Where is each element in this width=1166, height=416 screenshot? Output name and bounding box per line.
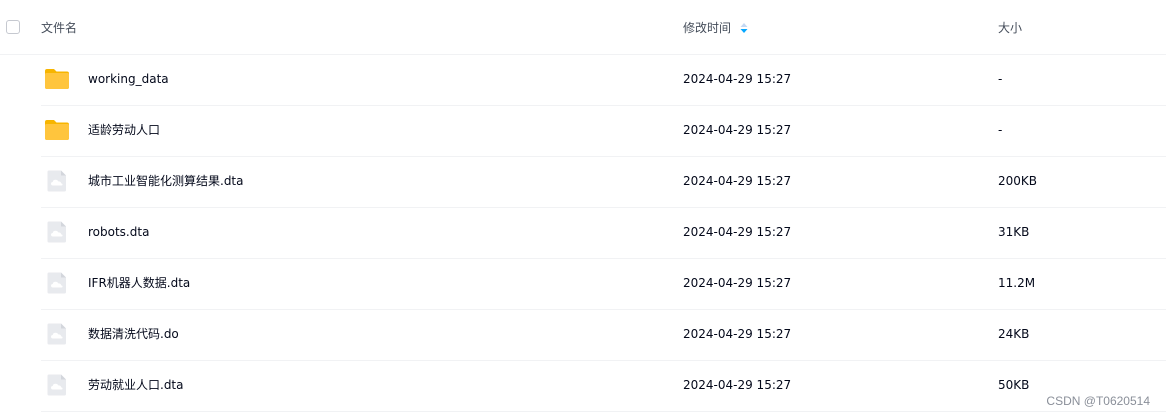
folder-icon <box>44 68 70 90</box>
file-name[interactable]: 劳动就业人口.dta <box>88 377 184 393</box>
file-modified-time: 2024-04-29 15:27 <box>683 276 792 290</box>
file-list-header: 文件名 修改时间 大小 <box>0 0 1166 55</box>
cloud-file-icon <box>44 221 70 243</box>
sort-icon[interactable] <box>740 22 748 34</box>
cloud-file-icon <box>44 323 70 345</box>
file-modified-time: 2024-04-29 15:27 <box>683 327 792 341</box>
file-size: 31KB <box>998 225 1030 239</box>
folder-icon <box>44 119 70 141</box>
file-row[interactable]: 劳动就业人口.dta 2024-04-29 15:27 50KB <box>41 360 1166 412</box>
file-name[interactable]: 适龄劳动人口 <box>88 122 160 138</box>
file-name[interactable]: 城市工业智能化测算结果.dta <box>88 173 244 189</box>
file-modified-time: 2024-04-29 15:27 <box>683 225 792 239</box>
select-all-checkbox[interactable] <box>6 20 20 34</box>
file-size: 24KB <box>998 327 1030 341</box>
file-modified-time: 2024-04-29 15:27 <box>683 72 792 86</box>
column-header-modified-time[interactable]: 修改时间 <box>683 20 731 36</box>
file-row[interactable]: IFR机器人数据.dta 2024-04-29 15:27 11.2M <box>41 258 1166 310</box>
file-modified-time: 2024-04-29 15:27 <box>683 378 792 392</box>
cloud-file-icon <box>44 374 70 396</box>
column-header-name[interactable]: 文件名 <box>41 20 77 36</box>
file-size: - <box>998 123 1003 137</box>
column-header-size[interactable]: 大小 <box>998 20 1022 36</box>
file-row[interactable]: 适龄劳动人口 2024-04-29 15:27 - <box>41 105 1166 157</box>
file-row[interactable]: working_data 2024-04-29 15:27 - <box>41 54 1166 106</box>
file-size: - <box>998 72 1003 86</box>
file-size: 200KB <box>998 174 1038 188</box>
file-name[interactable]: IFR机器人数据.dta <box>88 275 190 291</box>
file-size: 50KB <box>998 378 1030 392</box>
file-name[interactable]: working_data <box>88 71 169 87</box>
file-size: 11.2M <box>998 276 1036 290</box>
file-row[interactable]: 城市工业智能化测算结果.dta 2024-04-29 15:27 200KB <box>41 156 1166 208</box>
file-modified-time: 2024-04-29 15:27 <box>683 174 792 188</box>
cloud-file-icon <box>44 272 70 294</box>
file-row[interactable]: robots.dta 2024-04-29 15:27 31KB <box>41 207 1166 259</box>
file-row[interactable]: 数据清洗代码.do 2024-04-29 15:27 24KB <box>41 309 1166 361</box>
file-name[interactable]: 数据清洗代码.do <box>88 326 179 342</box>
file-list-page: 文件名 修改时间 大小 working_data 2024-04-29 15:27… <box>0 0 1166 416</box>
watermark: CSDN @T0620514 <box>1046 394 1150 408</box>
file-name[interactable]: robots.dta <box>88 224 149 240</box>
file-modified-time: 2024-04-29 15:27 <box>683 123 792 137</box>
cloud-file-icon <box>44 170 70 192</box>
